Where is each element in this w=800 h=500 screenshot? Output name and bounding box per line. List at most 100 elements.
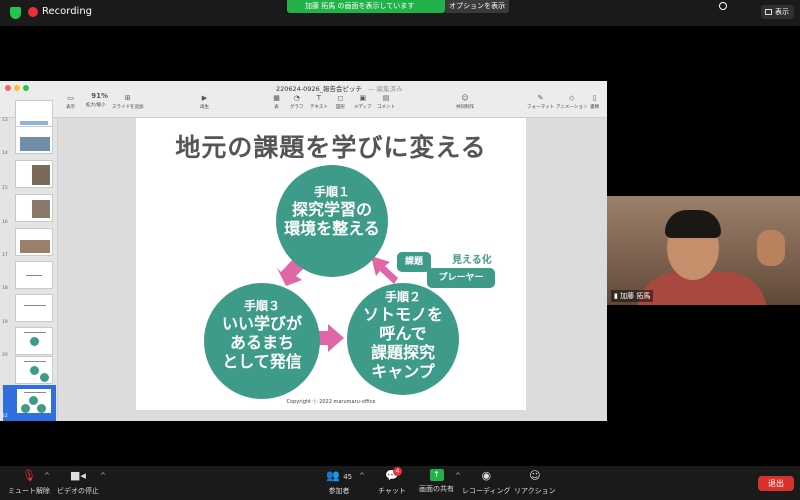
stop-video-button[interactable]: ■◂ ビデオの停止 [57,469,99,496]
step3-heading: 手順３ [243,299,280,313]
thumb-circle [40,373,49,382]
toolbar-table[interactable]: ▦ 表 [272,94,281,110]
grid-icon [765,9,772,15]
slide-number: 22 [2,414,8,419]
chevron-up-icon[interactable]: ^ [44,472,50,480]
record-icon: ◉ [481,469,492,482]
toolbar-text[interactable]: T テキスト [310,94,328,110]
slide-number: 15 [2,186,8,191]
participants-label: 参加者 [328,487,350,495]
slide-thumbnail[interactable] [15,356,53,384]
toolbar-collaborate[interactable]: ☺ 共同制作 [456,94,474,110]
add-slide-icon: ⊞ [124,94,131,102]
chat-badge: 4 [393,467,402,476]
thumb-circle [30,366,39,375]
step2-circle: 手順２ ソトモノを 呼んで 課題探究 キャンプ [347,283,459,395]
toolbar-animate[interactable]: ◇ アニメーション [556,94,587,110]
toolbar-chart[interactable]: ◔ グラフ [290,94,304,110]
slide-thumbnail[interactable] [15,100,53,128]
participants-button[interactable]: 👥 45 参加者 [326,469,352,496]
security-shield-icon[interactable] [10,7,21,19]
thumb-text-line [24,361,46,362]
video-person-hair [665,210,721,238]
view-options-button[interactable]: オプションを表示 ⌄ [445,0,509,13]
media-icon: ▣ [359,94,367,102]
share-screen-label: 画面の共有 [419,485,454,493]
smiley-plus-icon: ☺ [529,469,541,482]
step3-text: あるまち [229,333,294,352]
chevron-down-icon: ⌄ [501,1,507,8]
thumb-circle [21,404,30,413]
toolbar-zoom[interactable]: 91% 拡大/縮小 [86,92,109,108]
video-camera-icon: ■◂ [70,469,86,482]
step2-text: ソトモノを [362,305,443,324]
slide-number: 19 [2,320,8,325]
toolbar-view[interactable]: ▭ 表示 [66,94,75,110]
participants-icon: 👥 45 [326,469,353,482]
slide-thumbnail[interactable] [15,126,53,154]
chevron-up-icon[interactable]: ^ [455,472,461,480]
slide-navigator: 13 14 15 16 17 18 19 20 21 22 [0,100,58,421]
leave-meeting-button[interactable]: 退出 [758,476,794,491]
document-title: 220624-0926_報告会ピッチ — 編集済み [276,83,403,93]
step3-circle: 手順３ いい学びが あるまち として発信 [204,283,320,399]
zoom-value: 91% [91,92,109,100]
stop-video-label: ビデオの停止 [57,487,99,495]
toolbar-document[interactable]: ▯ 書類 [590,94,599,110]
thumb-photo [32,165,50,185]
participants-count: 45 [343,473,353,481]
arrow-step2-to-step1 [371,256,398,284]
step2-heading: 手順２ [384,290,421,304]
share-status-icon[interactable] [719,2,727,10]
shape-icon: ◻ [337,94,344,102]
step1-text: 環境を整える [284,219,380,238]
toolbar-label: フォーマット [527,105,554,110]
toolbar-label: 共同制作 [456,105,474,110]
toolbar-add-slide[interactable]: ⊞ スライドを追加 [112,94,144,110]
toolbar-play[interactable]: ▶ 再生 [200,94,209,110]
recording-button[interactable]: ◉ レコーディング [462,469,511,496]
thumb-circle [29,396,38,405]
step2-text: キャンプ [371,362,435,381]
play-icon: ▶ [201,94,208,102]
toolbar-label: アニメーション [556,105,588,110]
share-screen-button[interactable]: ↑ 画面の共有 [419,469,454,494]
slide-thumbnail[interactable] [15,294,53,322]
fullscreen-window-button[interactable] [23,85,29,91]
table-icon: ▦ [273,94,280,102]
thumb-photo [20,121,48,125]
reactions-button[interactable]: ☺ リアクション [514,469,556,496]
slide-number: 14 [2,151,8,156]
slide-number: 18 [2,286,8,291]
unmute-label: ミュート解除 [8,487,50,495]
chevron-up-icon[interactable]: ^ [359,472,365,480]
view-button[interactable]: 表示 [761,5,794,19]
chart-icon: ◔ [293,94,300,102]
document-title-text: 220624-0926_報告会ピッチ [276,85,362,93]
text-icon: T [316,94,322,102]
slide-thumbnail[interactable] [15,261,53,289]
toolbar-shape[interactable]: ◻ 図形 [336,94,345,110]
slide-thumbnail[interactable] [15,327,53,355]
toolbar-format[interactable]: ✎ フォーマット [527,94,554,110]
minimize-window-button[interactable] [14,85,20,91]
step1-circle: 手順１ 探究学習の 環境を整える [276,165,388,277]
chevron-up-icon[interactable]: ^ [100,472,106,480]
toolbar-media[interactable]: ▣ メディア [354,94,372,110]
zoom-top-bar: Recording 加藤 拓馬 の画面を表示しています オプションを表示 ⌄ 表… [0,0,800,26]
slide-thumbnail[interactable] [15,228,53,256]
step1-heading: 手順１ [313,185,350,199]
current-slide[interactable]: 地元の課題を学びに変える 手順１ 探究学習の 環境を整える 手順３ いい学びが … [136,118,526,410]
view-options-label: オプションを表示 [449,2,505,10]
slide-thumbnail[interactable] [15,194,53,222]
close-window-button[interactable] [5,85,11,91]
participant-video-tile[interactable]: ▮ 加藤 拓馬 [607,196,800,305]
toolbar-comment[interactable]: ▤ コメント [377,94,395,110]
slide-thumbnail[interactable] [15,160,53,188]
slide-thumbnail-selected[interactable] [15,387,53,415]
thumb-photo [20,240,50,253]
toolbar-label: 表 [274,105,279,110]
visualize-label: 見える化 [452,255,492,266]
chat-button[interactable]: 💬 4 チャット [378,467,406,496]
recording-button-label: レコーディング [462,487,511,495]
